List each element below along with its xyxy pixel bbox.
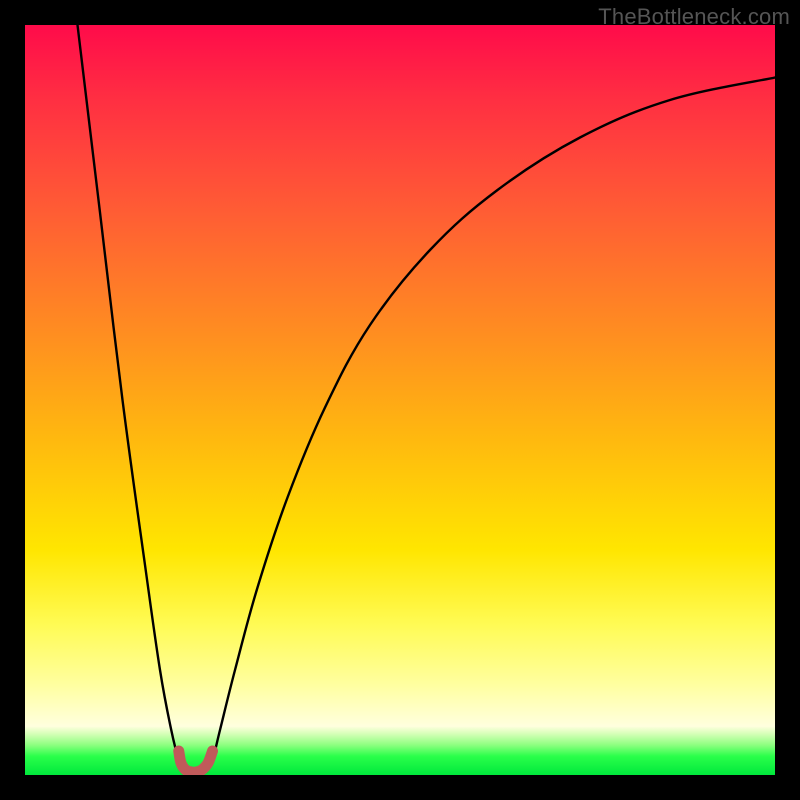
watermark-text: TheBottleneck.com	[598, 4, 790, 30]
left-branch-curve	[78, 25, 185, 771]
curve-layer	[25, 25, 775, 775]
chart-frame: TheBottleneck.com	[0, 0, 800, 800]
valley-marker	[179, 751, 213, 772]
plot-area	[25, 25, 775, 775]
right-branch-curve	[207, 78, 776, 772]
